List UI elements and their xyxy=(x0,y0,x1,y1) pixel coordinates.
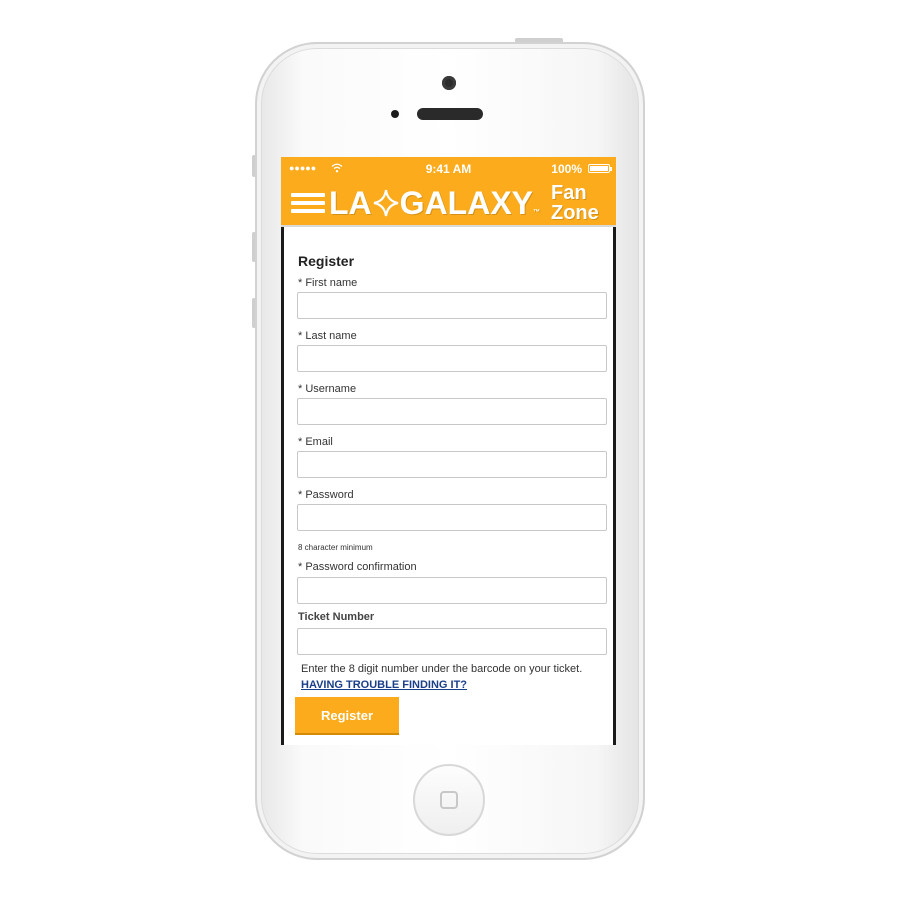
username-label: * Username xyxy=(298,383,357,395)
status-bar: ●●●●● 9:41 AM 100% xyxy=(281,157,616,179)
password-field[interactable] xyxy=(297,504,607,531)
home-button[interactable] xyxy=(413,764,485,836)
la-galaxy-logo[interactable]: LA GALAXY™ xyxy=(329,185,540,231)
star-icon xyxy=(373,189,398,217)
home-square-icon xyxy=(440,791,458,809)
ticket-help-link[interactable]: HAVING TROUBLE FINDING IT? xyxy=(301,679,467,691)
proximity-sensor xyxy=(391,110,399,118)
register-form: Register * First name * Last name * User… xyxy=(284,227,613,745)
ticket-help-text: Enter the 8 digit number under the barco… xyxy=(301,661,591,693)
front-camera xyxy=(442,76,456,90)
ticket-help-description: Enter the 8 digit number under the barco… xyxy=(301,663,583,675)
password-label: * Password xyxy=(298,489,354,501)
hamburger-menu-icon[interactable] xyxy=(291,193,327,215)
register-button[interactable]: Register xyxy=(295,697,399,735)
email-label: * Email xyxy=(298,436,333,448)
logo-la-text: LA xyxy=(329,185,372,221)
ticket-number-label: Ticket Number xyxy=(298,611,375,623)
password-confirmation-field[interactable] xyxy=(297,577,607,604)
password-hint: 8 character minimum xyxy=(298,543,373,552)
fan-zone-title: Fan Zone xyxy=(551,183,599,223)
earpiece-speaker xyxy=(417,108,483,120)
ticket-number-field[interactable] xyxy=(297,628,607,655)
fan-zone-line-1: Fan xyxy=(551,182,587,204)
email-field[interactable] xyxy=(297,451,607,478)
app-header: LA GALAXY™ Fan Zone xyxy=(281,179,616,227)
last-name-field[interactable] xyxy=(297,345,607,372)
trademark-symbol: ™ xyxy=(533,209,540,216)
username-field[interactable] xyxy=(297,398,607,425)
fan-zone-line-2: Zone xyxy=(551,202,599,224)
first-name-field[interactable] xyxy=(297,292,607,319)
form-title: Register xyxy=(298,253,355,269)
battery-icon xyxy=(588,164,612,173)
battery-percent: 100% xyxy=(551,162,582,176)
phone-screen: ●●●●● 9:41 AM 100% LA GALAXY™ Fan Zone R… xyxy=(281,157,616,745)
logo-galaxy-text: GALAXY xyxy=(399,185,533,221)
last-name-label: * Last name xyxy=(298,330,357,342)
first-name-label: * First name xyxy=(298,277,358,289)
password-confirmation-label: * Password confirmation xyxy=(298,561,417,573)
